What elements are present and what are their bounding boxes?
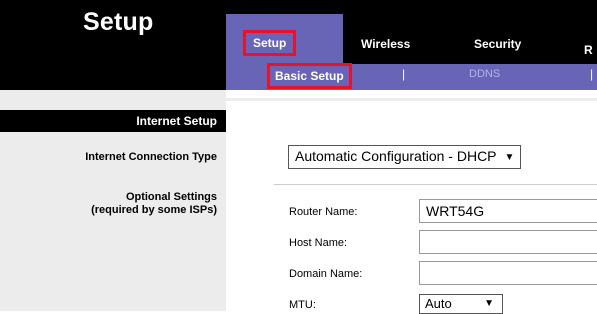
tab-security[interactable]: Security — [474, 37, 521, 51]
main-content: Automatic Configuration - DHCP ▼ Router N… — [226, 90, 597, 314]
subtab-separator: | — [590, 67, 594, 81]
sidebar: Internet Setup Internet Connection Type … — [0, 90, 226, 311]
router-name-input[interactable] — [419, 199, 597, 223]
router-name-label: Router Name: — [289, 206, 358, 218]
top-divider — [226, 98, 597, 101]
connection-type-value: Automatic Configuration - DHCP — [295, 148, 497, 164]
internet-connection-type-label: Internet Connection Type — [85, 151, 217, 163]
tab-wireless[interactable]: Wireless — [361, 37, 410, 51]
optional-settings-note: (required by some ISPs) — [91, 204, 217, 216]
mtu-value: Auto — [425, 296, 452, 311]
dropdown-arrow-icon: ▼ — [484, 298, 494, 309]
host-name-input[interactable] — [419, 230, 597, 254]
section-divider — [274, 184, 597, 185]
tab-setup[interactable]: Setup — [243, 30, 297, 56]
main-tab-bar: Setup Wireless Security R Basic Setup | … — [226, 0, 597, 90]
domain-name-input[interactable] — [419, 261, 597, 285]
host-name-label: Host Name: — [289, 237, 348, 249]
page-header: Setup — [0, 0, 226, 90]
section-title-internet-setup: Internet Setup — [136, 114, 217, 128]
mtu-label: MTU: — [289, 299, 316, 311]
mtu-select[interactable]: Auto ▼ — [419, 294, 503, 314]
dropdown-arrow-icon: ▼ — [504, 152, 515, 163]
optional-settings-label: Optional Settings (required by some ISPs… — [91, 191, 217, 217]
subtab-ddns[interactable]: DDNS — [469, 68, 500, 80]
subtab-separator: | — [402, 67, 406, 81]
page-title: Setup — [83, 8, 154, 36]
connection-type-select[interactable]: Automatic Configuration - DHCP ▼ — [288, 145, 522, 169]
subtab-basic-setup[interactable]: Basic Setup — [267, 63, 352, 89]
domain-name-label: Domain Name: — [289, 268, 363, 280]
tab-restrictions-partial[interactable]: R — [584, 43, 593, 57]
optional-settings-title: Optional Settings — [125, 191, 217, 203]
